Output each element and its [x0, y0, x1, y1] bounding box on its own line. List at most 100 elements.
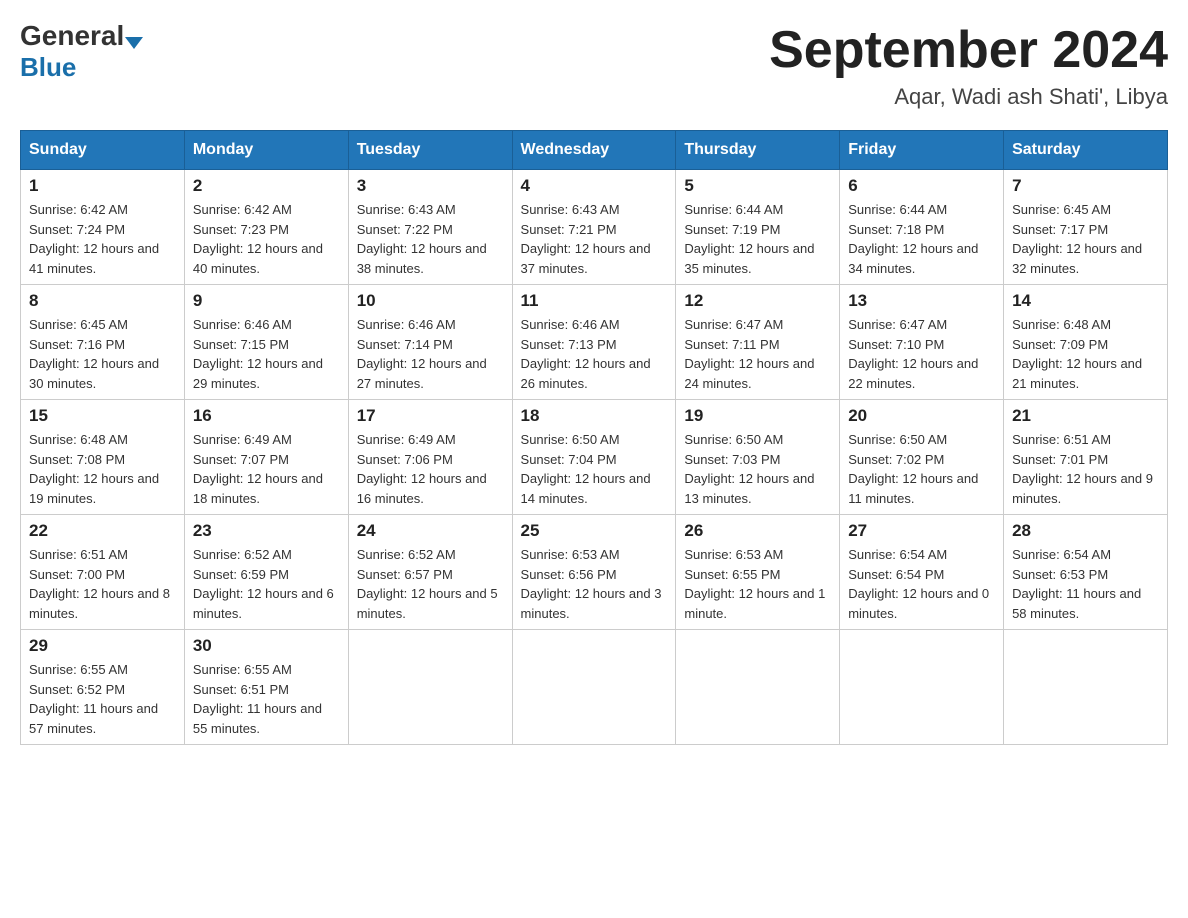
day-info: Sunrise: 6:43 AMSunset: 7:22 PMDaylight:…: [357, 200, 504, 278]
table-row: 2 Sunrise: 6:42 AMSunset: 7:23 PMDaylight…: [184, 170, 348, 285]
day-number: 27: [848, 521, 995, 541]
day-info: Sunrise: 6:47 AMSunset: 7:10 PMDaylight:…: [848, 315, 995, 393]
col-friday: Friday: [840, 131, 1004, 170]
logo: General Blue: [20, 20, 143, 83]
day-number: 26: [684, 521, 831, 541]
day-info: Sunrise: 6:44 AMSunset: 7:18 PMDaylight:…: [848, 200, 995, 278]
day-number: 5: [684, 176, 831, 196]
day-number: 12: [684, 291, 831, 311]
table-row: 15Sunrise: 6:48 AMSunset: 7:08 PMDayligh…: [21, 400, 185, 515]
col-wednesday: Wednesday: [512, 131, 676, 170]
table-row: 26 Sunrise: 6:53 AMSunset: 6:55 PMDayligh…: [676, 515, 840, 630]
day-number: 7: [1012, 176, 1159, 196]
table-row: 12 Sunrise: 6:47 AMSunset: 7:11 PMDayligh…: [676, 285, 840, 400]
day-info: Sunrise: 6:43 AMSunset: 7:21 PMDaylight:…: [521, 200, 668, 278]
col-saturday: Saturday: [1004, 131, 1168, 170]
day-info: Sunrise: 6:44 AMSunset: 7:19 PMDaylight:…: [684, 200, 831, 278]
day-number: 18: [521, 406, 668, 426]
day-number: 22: [29, 521, 176, 541]
day-number: 16: [193, 406, 340, 426]
day-number: 11: [521, 291, 668, 311]
table-row: 4 Sunrise: 6:43 AMSunset: 7:21 PMDaylight…: [512, 170, 676, 285]
calendar-week-row: 1 Sunrise: 6:42 AMSunset: 7:24 PMDaylight…: [21, 170, 1168, 285]
day-number: 10: [357, 291, 504, 311]
day-info: Sunrise: 6:55 AMSunset: 6:51 PMDaylight:…: [193, 660, 340, 738]
day-number: 19: [684, 406, 831, 426]
table-row: 27 Sunrise: 6:54 AMSunset: 6:54 PMDayligh…: [840, 515, 1004, 630]
day-number: 14: [1012, 291, 1159, 311]
table-row: 23 Sunrise: 6:52 AMSunset: 6:59 PMDayligh…: [184, 515, 348, 630]
day-info: Sunrise: 6:50 AMSunset: 7:03 PMDaylight:…: [684, 430, 831, 508]
table-row: 10Sunrise: 6:46 AMSunset: 7:14 PMDayligh…: [348, 285, 512, 400]
calendar-week-row: 29 Sunrise: 6:55 AMSunset: 6:52 PMDayligh…: [21, 630, 1168, 745]
calendar-week-row: 22 Sunrise: 6:51 AMSunset: 7:00 PMDayligh…: [21, 515, 1168, 630]
table-row: 17 Sunrise: 6:49 AMSunset: 7:06 PMDayligh…: [348, 400, 512, 515]
day-number: 20: [848, 406, 995, 426]
table-row: 25Sunrise: 6:53 AMSunset: 6:56 PMDayligh…: [512, 515, 676, 630]
day-number: 13: [848, 291, 995, 311]
table-row: 16 Sunrise: 6:49 AMSunset: 7:07 PMDayligh…: [184, 400, 348, 515]
day-info: Sunrise: 6:52 AMSunset: 6:59 PMDaylight:…: [193, 545, 340, 623]
table-row: 28 Sunrise: 6:54 AMSunset: 6:53 PMDayligh…: [1004, 515, 1168, 630]
day-info: Sunrise: 6:51 AMSunset: 7:00 PMDaylight:…: [29, 545, 176, 623]
table-row: 11Sunrise: 6:46 AMSunset: 7:13 PMDayligh…: [512, 285, 676, 400]
calendar-week-row: 8Sunrise: 6:45 AMSunset: 7:16 PMDaylight…: [21, 285, 1168, 400]
month-year-title: September 2024: [769, 20, 1168, 80]
calendar-table: Sunday Monday Tuesday Wednesday Thursday…: [20, 130, 1168, 745]
day-info: Sunrise: 6:48 AMSunset: 7:09 PMDaylight:…: [1012, 315, 1159, 393]
day-info: Sunrise: 6:51 AMSunset: 7:01 PMDaylight:…: [1012, 430, 1159, 508]
table-row: 29 Sunrise: 6:55 AMSunset: 6:52 PMDayligh…: [21, 630, 185, 745]
day-info: Sunrise: 6:50 AMSunset: 7:04 PMDaylight:…: [521, 430, 668, 508]
col-tuesday: Tuesday: [348, 131, 512, 170]
day-info: Sunrise: 6:50 AMSunset: 7:02 PMDaylight:…: [848, 430, 995, 508]
day-number: 24: [357, 521, 504, 541]
day-info: Sunrise: 6:49 AMSunset: 7:07 PMDaylight:…: [193, 430, 340, 508]
table-row: 18 Sunrise: 6:50 AMSunset: 7:04 PMDayligh…: [512, 400, 676, 515]
table-row: [840, 630, 1004, 745]
day-number: 1: [29, 176, 176, 196]
location-subtitle: Aqar, Wadi ash Shati', Libya: [769, 84, 1168, 110]
day-info: Sunrise: 6:54 AMSunset: 6:54 PMDaylight:…: [848, 545, 995, 623]
table-row: 22 Sunrise: 6:51 AMSunset: 7:00 PMDayligh…: [21, 515, 185, 630]
table-row: [348, 630, 512, 745]
col-monday: Monday: [184, 131, 348, 170]
day-number: 4: [521, 176, 668, 196]
table-row: 3 Sunrise: 6:43 AMSunset: 7:22 PMDaylight…: [348, 170, 512, 285]
day-number: 30: [193, 636, 340, 656]
day-info: Sunrise: 6:42 AMSunset: 7:23 PMDaylight:…: [193, 200, 340, 278]
day-info: Sunrise: 6:52 AMSunset: 6:57 PMDaylight:…: [357, 545, 504, 623]
table-row: 30 Sunrise: 6:55 AMSunset: 6:51 PMDayligh…: [184, 630, 348, 745]
day-info: Sunrise: 6:42 AMSunset: 7:24 PMDaylight:…: [29, 200, 176, 278]
page-header: General Blue September 2024 Aqar, Wadi a…: [20, 20, 1168, 110]
table-row: 14 Sunrise: 6:48 AMSunset: 7:09 PMDayligh…: [1004, 285, 1168, 400]
calendar-week-row: 15Sunrise: 6:48 AMSunset: 7:08 PMDayligh…: [21, 400, 1168, 515]
day-info: Sunrise: 6:47 AMSunset: 7:11 PMDaylight:…: [684, 315, 831, 393]
table-row: 6Sunrise: 6:44 AMSunset: 7:18 PMDaylight…: [840, 170, 1004, 285]
day-number: 2: [193, 176, 340, 196]
day-number: 3: [357, 176, 504, 196]
table-row: 20 Sunrise: 6:50 AMSunset: 7:02 PMDayligh…: [840, 400, 1004, 515]
logo-general-text: General: [20, 20, 124, 52]
table-row: 9 Sunrise: 6:46 AMSunset: 7:15 PMDaylight…: [184, 285, 348, 400]
table-row: [512, 630, 676, 745]
day-number: 9: [193, 291, 340, 311]
day-info: Sunrise: 6:49 AMSunset: 7:06 PMDaylight:…: [357, 430, 504, 508]
day-number: 17: [357, 406, 504, 426]
table-row: 8Sunrise: 6:45 AMSunset: 7:16 PMDaylight…: [21, 285, 185, 400]
day-number: 15: [29, 406, 176, 426]
logo-triangle-icon: [125, 37, 143, 49]
day-number: 8: [29, 291, 176, 311]
day-info: Sunrise: 6:54 AMSunset: 6:53 PMDaylight:…: [1012, 545, 1159, 623]
title-area: September 2024 Aqar, Wadi ash Shati', Li…: [769, 20, 1168, 110]
day-info: Sunrise: 6:53 AMSunset: 6:55 PMDaylight:…: [684, 545, 831, 623]
day-number: 28: [1012, 521, 1159, 541]
day-number: 29: [29, 636, 176, 656]
table-row: 13 Sunrise: 6:47 AMSunset: 7:10 PMDayligh…: [840, 285, 1004, 400]
table-row: [676, 630, 840, 745]
day-number: 23: [193, 521, 340, 541]
col-sunday: Sunday: [21, 131, 185, 170]
col-thursday: Thursday: [676, 131, 840, 170]
day-info: Sunrise: 6:55 AMSunset: 6:52 PMDaylight:…: [29, 660, 176, 738]
table-row: 24 Sunrise: 6:52 AMSunset: 6:57 PMDayligh…: [348, 515, 512, 630]
day-info: Sunrise: 6:46 AMSunset: 7:15 PMDaylight:…: [193, 315, 340, 393]
